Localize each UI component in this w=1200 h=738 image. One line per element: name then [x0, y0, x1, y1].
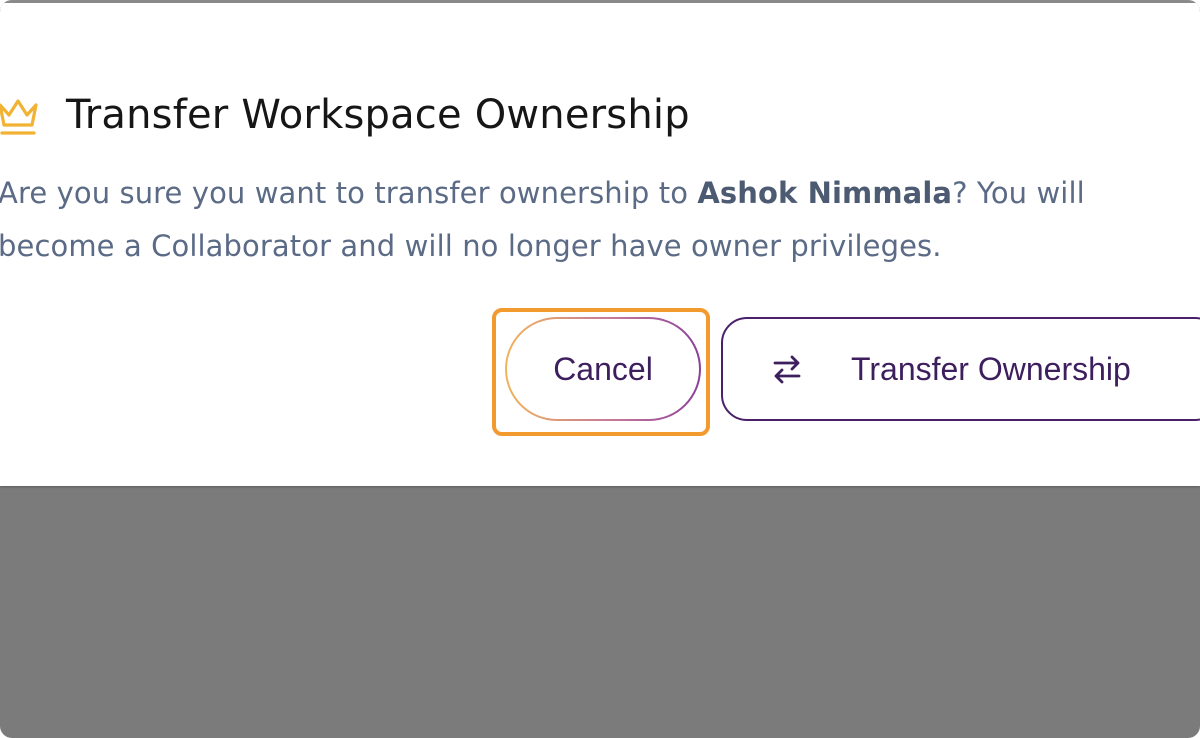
transfer-ownership-button[interactable]: Transfer Ownership: [721, 317, 1200, 421]
modal-backdrop: [0, 486, 1200, 738]
swap-arrows-icon: [773, 355, 801, 384]
confirmation-message: Are you sure you want to transfer owners…: [0, 167, 1178, 273]
cancel-button-label: Cancel: [553, 350, 653, 387]
transfer-ownership-button-label: Transfer Ownership: [851, 350, 1131, 387]
message-text-start: Are you sure you want to transfer owners…: [0, 176, 698, 210]
screenshot-frame: Transfer Workspace Ownership Are you sur…: [0, 0, 1200, 738]
dialog-title: Transfer Workspace Ownership: [66, 92, 690, 138]
recipient-name: Ashok Nimmala: [697, 176, 953, 210]
cancel-button[interactable]: Cancel: [505, 317, 701, 421]
crown-icon: [0, 99, 38, 135]
transfer-ownership-dialog: Transfer Workspace Ownership Are you sur…: [0, 0, 1200, 486]
dialog-header: Transfer Workspace Ownership: [0, 87, 690, 143]
